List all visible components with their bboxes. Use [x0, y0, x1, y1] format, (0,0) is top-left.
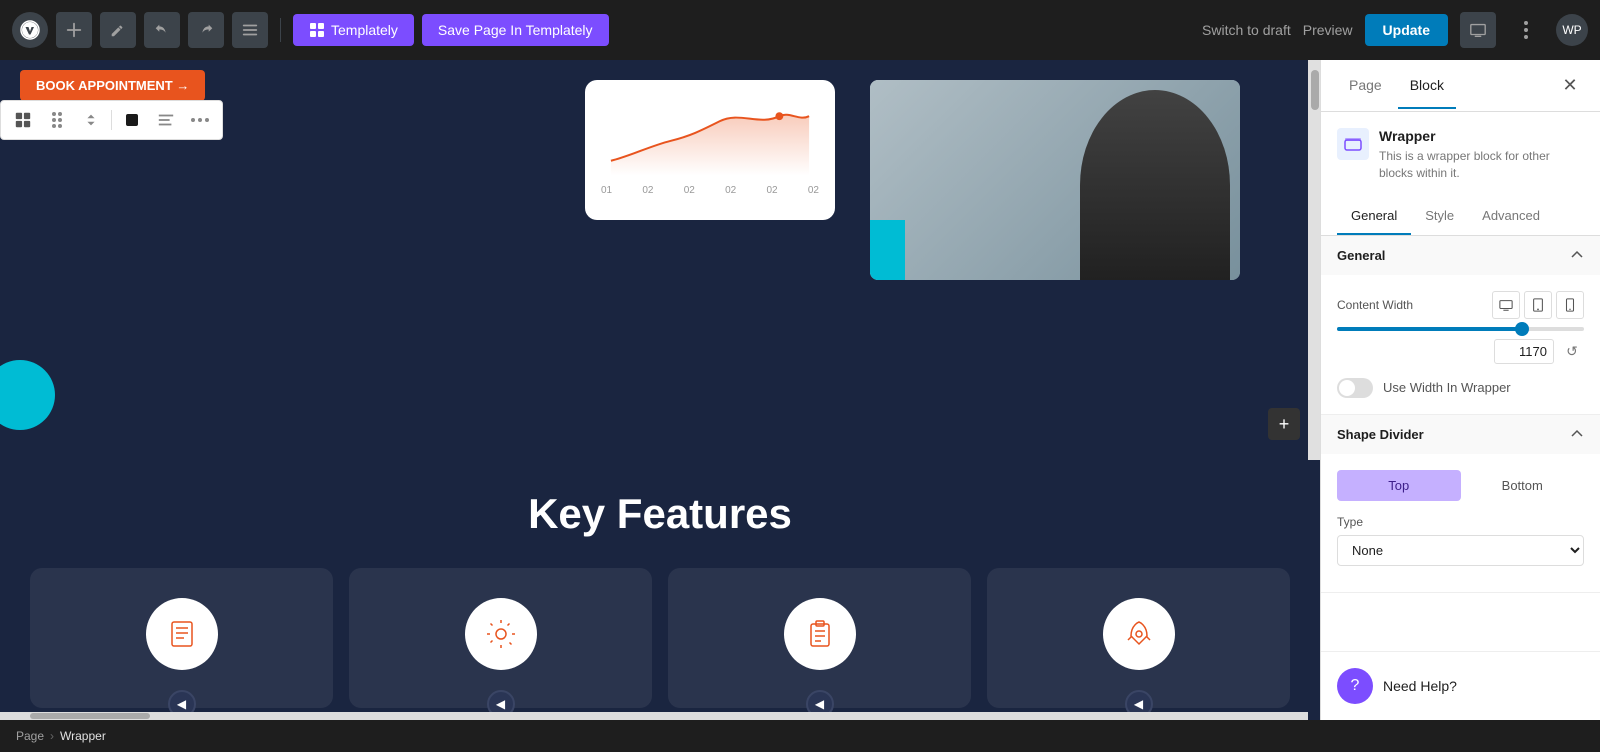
type-select[interactable]: None	[1337, 535, 1584, 566]
save-page-templately-button[interactable]: Save Page In Templately	[422, 14, 609, 46]
preview-button[interactable]: Preview	[1303, 22, 1353, 38]
desktop-width-icon[interactable]	[1492, 291, 1520, 319]
block-toolbar-divider	[111, 110, 112, 130]
use-width-label: Use Width In Wrapper	[1383, 380, 1511, 395]
block-name: Wrapper	[1379, 128, 1584, 144]
shape-tab-top[interactable]: Top	[1337, 470, 1461, 501]
feature-icon-circle-1	[146, 598, 218, 670]
general-section: General Content Width	[1321, 236, 1600, 415]
tools-menu-button[interactable]	[232, 12, 268, 48]
panel-block-header: Wrapper This is a wrapper block for othe…	[1321, 112, 1600, 198]
type-select-row: Type None	[1337, 515, 1584, 566]
width-icons	[1492, 291, 1584, 319]
user-avatar[interactable]: WP	[1556, 14, 1588, 46]
wrapper-block-icon	[1337, 128, 1369, 160]
width-slider-fill	[1337, 327, 1522, 331]
chart-card: 01 02 02 02 02 02	[585, 80, 835, 220]
chevron-up-icon	[1570, 248, 1584, 262]
feature-card-3: ◀	[668, 568, 971, 708]
block-more-icon[interactable]	[186, 106, 214, 134]
content-width-label: Content Width	[1337, 298, 1484, 312]
update-button[interactable]: Update	[1365, 14, 1448, 46]
sub-tab-general[interactable]: General	[1337, 198, 1411, 235]
vertical-scrollbar[interactable]	[1308, 60, 1320, 460]
person-image	[870, 80, 1240, 280]
horizontal-scrollbar[interactable]	[0, 712, 1308, 720]
toolbar-divider-1	[280, 18, 281, 42]
mobile-width-icon[interactable]	[1556, 291, 1584, 319]
width-value-input[interactable]	[1494, 339, 1554, 364]
panel-close-button[interactable]: ✕	[1556, 72, 1584, 100]
horizontal-scrollbar-thumb	[30, 713, 150, 719]
add-block-button[interactable]	[56, 12, 92, 48]
block-drag-handle[interactable]	[43, 106, 71, 134]
width-slider-track	[1337, 327, 1584, 331]
use-width-row: Use Width In Wrapper	[1337, 378, 1584, 398]
feature-icon-circle-3	[784, 598, 856, 670]
shape-divider-tabs: Top Bottom	[1337, 470, 1584, 501]
feature-card-2: ◀	[349, 568, 652, 708]
shape-divider-header[interactable]: Shape Divider	[1321, 415, 1600, 454]
breadcrumb-page[interactable]: Page	[16, 729, 44, 743]
need-help-icon: ?	[1337, 668, 1373, 704]
shape-divider-body: Top Bottom Type None	[1321, 454, 1600, 592]
book-appointment-button[interactable]: BOOK APPOINTMENT →	[20, 70, 205, 101]
width-slider-thumb[interactable]	[1515, 322, 1529, 336]
feature-icon-circle-2	[465, 598, 537, 670]
block-align-icon[interactable]	[152, 106, 180, 134]
shape-tab-bottom[interactable]: Bottom	[1461, 470, 1585, 501]
block-up-down-arrows[interactable]	[77, 106, 105, 134]
feature-card-1: ◀	[30, 568, 333, 708]
features-grid: ◀ ◀	[20, 568, 1300, 708]
canvas-area[interactable]: BOOK APPOINTMENT →	[0, 60, 1320, 720]
content-width-field: Content Width	[1337, 291, 1584, 364]
panel-tabs: Page Block ✕	[1321, 60, 1600, 112]
more-options-button[interactable]	[1508, 12, 1544, 48]
width-reset-button[interactable]: ↺	[1560, 339, 1584, 363]
feature-icon-circle-4	[1103, 598, 1175, 670]
feature-card-4: ◀	[987, 568, 1290, 708]
edit-tool-button[interactable]	[100, 12, 136, 48]
tab-block[interactable]: Block	[1398, 63, 1456, 109]
features-section: Key Features ◀	[0, 460, 1320, 720]
teal-decorative-circle	[0, 360, 55, 430]
panel-sub-tabs: General Style Advanced	[1321, 198, 1600, 236]
tablet-width-icon[interactable]	[1524, 291, 1552, 319]
key-features-title: Key Features	[20, 490, 1300, 538]
switch-to-draft-link[interactable]: Switch to draft	[1202, 22, 1291, 38]
chevron-up-icon-2	[1570, 427, 1584, 441]
main-toolbar: Templately Save Page In Templately Switc…	[0, 0, 1600, 60]
main-layout: BOOK APPOINTMENT →	[0, 60, 1600, 720]
chart-labels: 01 02 02 02 02 02	[601, 185, 819, 196]
block-description: This is a wrapper block for other blocks…	[1379, 148, 1584, 182]
bottom-bar: Page › Wrapper	[0, 720, 1600, 752]
need-help-text[interactable]: Need Help?	[1383, 678, 1457, 694]
block-color-icon[interactable]	[118, 106, 146, 134]
shape-divider-section: Shape Divider Top Bottom Type None	[1321, 415, 1600, 593]
canvas-content: BOOK APPOINTMENT →	[0, 60, 1320, 720]
right-panel: Page Block ✕ Wrapper This is a wrapper b…	[1320, 60, 1600, 720]
redo-button[interactable]	[188, 12, 224, 48]
breadcrumb-wrapper[interactable]: Wrapper	[60, 729, 106, 743]
type-label: Type	[1337, 515, 1584, 529]
sub-tab-advanced[interactable]: Advanced	[1468, 198, 1554, 235]
block-toolbar	[0, 100, 223, 140]
general-section-body: Content Width	[1321, 275, 1600, 414]
undo-button[interactable]	[144, 12, 180, 48]
block-type-icon[interactable]	[9, 106, 37, 134]
desktop-view-button[interactable]	[1460, 12, 1496, 48]
width-slider-container	[1337, 327, 1584, 331]
general-section-header[interactable]: General	[1321, 236, 1600, 275]
use-width-toggle[interactable]	[1337, 378, 1373, 398]
tab-page[interactable]: Page	[1337, 63, 1394, 109]
breadcrumb-separator: ›	[50, 729, 54, 743]
need-help-section: ? Need Help?	[1321, 651, 1600, 720]
templately-button[interactable]: Templately	[293, 14, 414, 46]
wp-logo[interactable]	[12, 12, 48, 48]
sub-tab-style[interactable]: Style	[1411, 198, 1468, 235]
add-element-button[interactable]: +	[1268, 408, 1300, 440]
